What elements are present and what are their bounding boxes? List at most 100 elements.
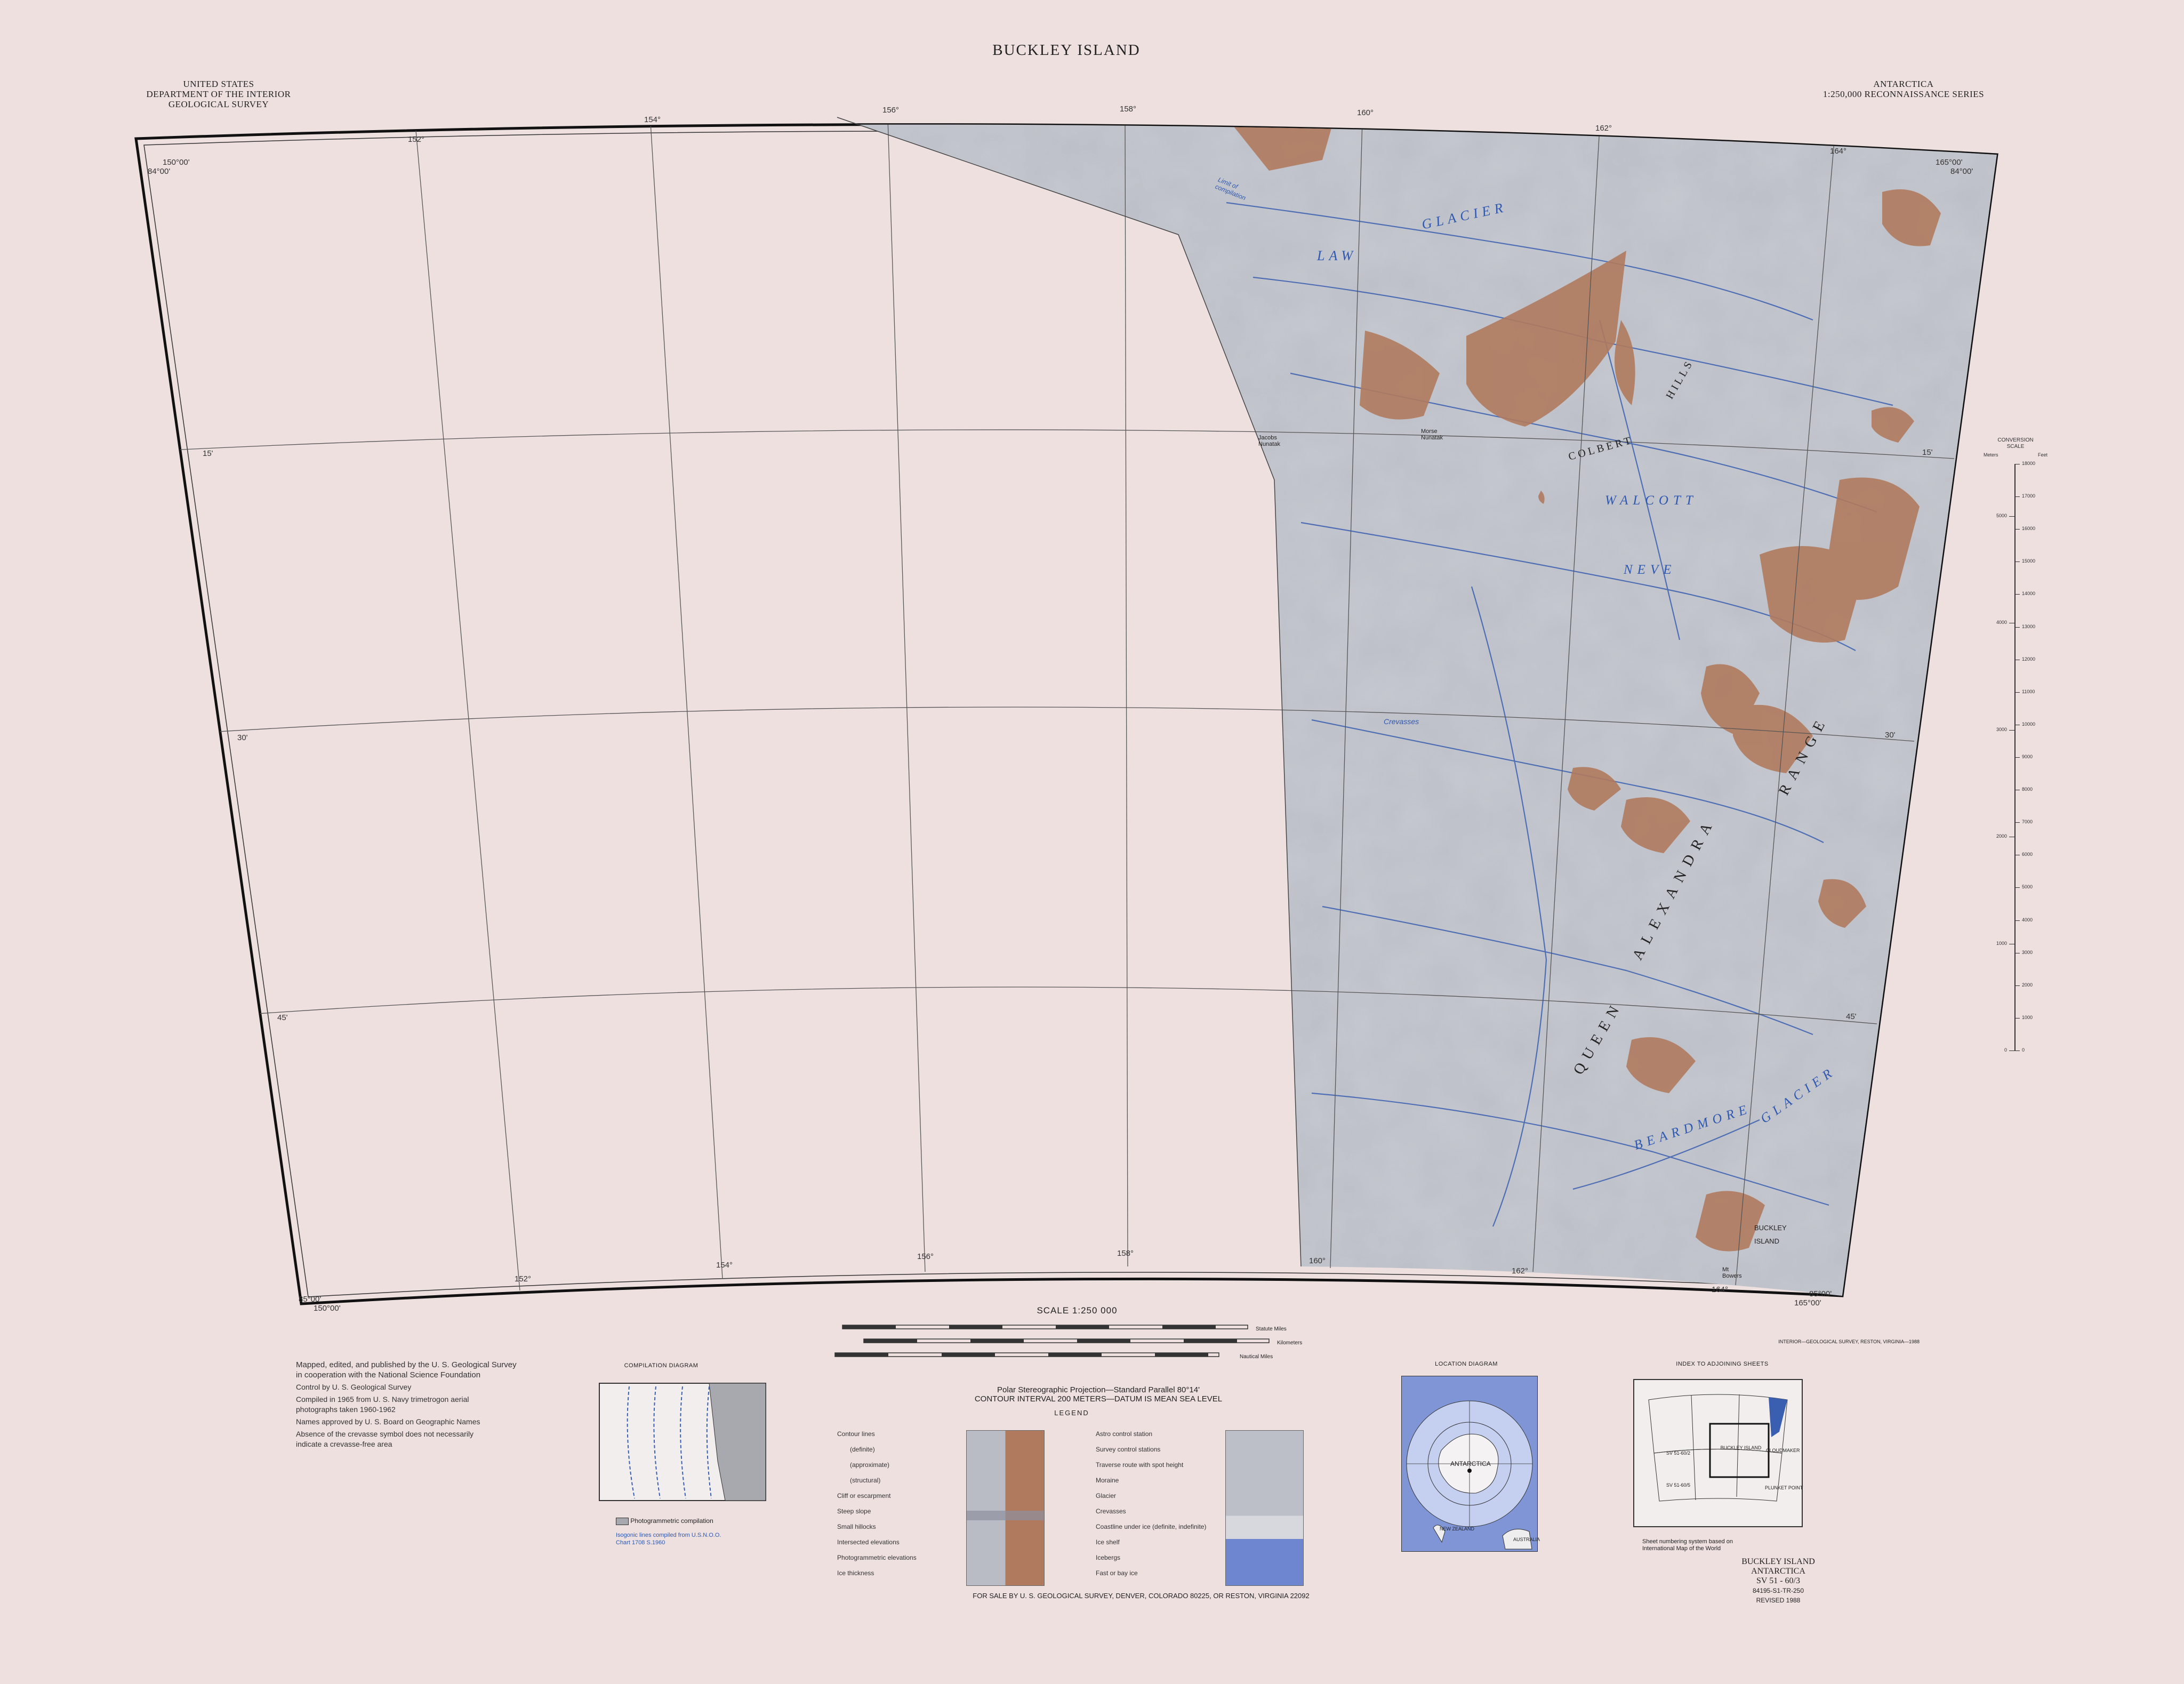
crevasses-label: Crevasses bbox=[1384, 717, 1419, 726]
jacobs-nunatak-label: Jacobs Nunatak bbox=[1258, 435, 1280, 447]
law-glacier-label-1: LAW bbox=[1317, 248, 1358, 263]
photogrammetric-swatch bbox=[616, 1517, 629, 1525]
compilation-diagram bbox=[599, 1383, 766, 1501]
legend-left-item: Cliff or escarpment bbox=[837, 1492, 891, 1499]
feet-label: 11000 bbox=[2022, 688, 2035, 694]
feet-label: 9000 bbox=[2022, 754, 2033, 759]
legend-right-item: Fast or bay ice bbox=[1096, 1569, 1138, 1577]
sheet-id-block: BUCKLEY ISLAND ANTARCTICA SV 51 - 60/3 8… bbox=[1741, 1557, 1815, 1604]
bottom-lon-158: 158° bbox=[1117, 1249, 1134, 1258]
legend-right-item: Ice shelf bbox=[1096, 1538, 1120, 1546]
agency-block: UNITED STATES DEPARTMENT OF THE INTERIOR… bbox=[107, 79, 331, 109]
feet-tick bbox=[2014, 920, 2020, 921]
feet-label: 10000 bbox=[2022, 721, 2036, 727]
feet-label: 4000 bbox=[2022, 917, 2033, 923]
legend-right-item: Moraine bbox=[1096, 1477, 1119, 1484]
location-title: LOCATION DIAGRAM bbox=[1435, 1361, 1498, 1367]
scale-units: Statute Miles Kilometers Nautical Miles bbox=[1240, 1326, 1303, 1360]
series-line-1: ANTARCTICA bbox=[1873, 79, 1934, 89]
conversion-scale: CONVERSION SCALE Meters Feet 0 1000 2000 30… bbox=[1984, 437, 2048, 1053]
morse-nunatak-label: Morse Nunatak bbox=[1421, 428, 1443, 441]
projection-block: Polar Stereographic Projection—Standard … bbox=[974, 1385, 1223, 1404]
bottom-lon-162: 162° bbox=[1512, 1266, 1529, 1276]
legend-left-item: Photogrammetric elevations bbox=[837, 1554, 917, 1561]
bottom-lon-160: 160° bbox=[1309, 1256, 1326, 1265]
legend-title: LEGEND bbox=[1054, 1409, 1089, 1417]
feet-tick bbox=[2014, 985, 2020, 986]
agency-line-1: UNITED STATES bbox=[183, 79, 254, 89]
meters-tick bbox=[2009, 729, 2014, 731]
buckley-island-label-1: BUCKLEY bbox=[1754, 1224, 1787, 1232]
location-label-australia: AUSTRALIA bbox=[1513, 1537, 1540, 1542]
top-lon-160: 160° bbox=[1357, 108, 1374, 117]
index-note: Sheet numbering system based on Internat… bbox=[1642, 1538, 1733, 1552]
legend-right-item: Crevasses bbox=[1096, 1507, 1126, 1515]
index-label-sv2: SV 51-60/2 bbox=[1666, 1450, 1691, 1456]
index-label-plunket: PLUNKET POINT bbox=[1765, 1485, 1803, 1490]
legend-right-item: Coastline under ice (definite, indefinit… bbox=[1096, 1523, 1207, 1530]
legend-left-item: Steep slope bbox=[837, 1507, 871, 1515]
feet-label: 8000 bbox=[2022, 787, 2033, 792]
left-lat-30: 30' bbox=[237, 733, 248, 742]
for-sale-note: FOR SALE BY U. S. GEOLOGICAL SURVEY, DEN… bbox=[973, 1592, 1310, 1600]
feet-label: 3000 bbox=[2022, 949, 2033, 955]
legend-right-item: Survey control stations bbox=[1096, 1446, 1161, 1453]
location-label-nz: NEW ZEALAND bbox=[1440, 1526, 1475, 1531]
feet-tick bbox=[2014, 692, 2020, 693]
top-lon-158: 158° bbox=[1120, 105, 1137, 114]
corner-top-right: 165°00' 84°00' bbox=[1936, 158, 1973, 176]
legend-right-item: Traverse route with spot height bbox=[1096, 1461, 1184, 1469]
legend-swatch-left bbox=[966, 1430, 1045, 1586]
feet-label: 14000 bbox=[2022, 591, 2036, 597]
location-label-antarctica: ANTARCTICA bbox=[1450, 1460, 1491, 1468]
meters-label: 4000 bbox=[1996, 620, 2007, 626]
top-lon-162: 162° bbox=[1595, 124, 1612, 133]
walcott-neve-label-2: NEVE bbox=[1624, 563, 1676, 577]
index-title: INDEX TO ADJOINING SHEETS bbox=[1676, 1361, 1769, 1367]
feet-label: 6000 bbox=[2022, 852, 2033, 857]
compilation-legend: Photogrammetric compilation bbox=[616, 1517, 713, 1525]
feet-tick bbox=[2014, 594, 2020, 595]
bottom-lon-152: 152° bbox=[515, 1274, 532, 1284]
corner-bottom-right: 85°00' 165°00' bbox=[1794, 1289, 1832, 1308]
feet-tick bbox=[2014, 757, 2020, 758]
corner-top-left: 150°00' 84°00' bbox=[148, 158, 190, 176]
map-title: BUCKLEY ISLAND bbox=[992, 42, 1141, 59]
top-lon-152: 152° bbox=[408, 135, 425, 144]
credits-block: Mapped, edited, and published by the U. … bbox=[296, 1360, 517, 1448]
feet-label: 12000 bbox=[2022, 656, 2036, 662]
agency-line-3: GEOLOGICAL SURVEY bbox=[168, 99, 269, 109]
top-lon-156: 156° bbox=[882, 106, 900, 115]
corner-bottom-left: 85°00' 150°00' bbox=[299, 1295, 341, 1313]
agency-line-2: DEPARTMENT OF THE INTERIOR bbox=[146, 89, 291, 99]
printer-note: INTERIOR—GEOLOGICAL SURVEY, RESTON, VIRG… bbox=[1778, 1339, 1920, 1344]
top-lon-164: 164° bbox=[1830, 147, 1847, 156]
top-lon-154: 154° bbox=[644, 115, 661, 124]
conversion-scale-bar: 0 1000 2000 3000 4000 5000 6000 7000 8000 9000 100… bbox=[1984, 461, 2048, 1053]
left-lat-45: 45' bbox=[277, 1013, 288, 1022]
mt-bowers-label: Mt Bowers bbox=[1722, 1266, 1742, 1279]
index-diagram bbox=[1633, 1379, 1803, 1527]
scale-bars bbox=[834, 1325, 1270, 1357]
legend-right-item: Astro control station bbox=[1096, 1430, 1153, 1438]
feet-label: 13000 bbox=[2022, 623, 2036, 629]
conversion-scale-units: Meters Feet bbox=[1984, 452, 2048, 458]
series-line-2: 1:250,000 RECONNAISSANCE SERIES bbox=[1822, 89, 1985, 99]
left-lat-15: 15' bbox=[203, 449, 213, 458]
feet-label: 17000 bbox=[2022, 493, 2036, 499]
feet-label: 16000 bbox=[2022, 526, 2036, 532]
feet-tick bbox=[2014, 627, 2020, 628]
meters-label: 0 bbox=[2004, 1047, 2007, 1053]
feet-label: 0 bbox=[2022, 1047, 2025, 1053]
right-lat-15: 15' bbox=[1922, 448, 1933, 457]
feet-label: 18000 bbox=[2022, 461, 2036, 466]
legend-left-item: (approximate) bbox=[850, 1461, 890, 1469]
feet-label: 1000 bbox=[2022, 1014, 2033, 1020]
index-label-cloudmaker: CLOUDMAKER bbox=[1766, 1448, 1800, 1453]
isogonic-note: Isogonic lines compiled from U.S.N.O.O. … bbox=[616, 1532, 721, 1546]
legend-right-item: Glacier bbox=[1096, 1492, 1117, 1499]
legend-left-item: Small hillocks bbox=[837, 1523, 876, 1530]
legend-swatch-right bbox=[1225, 1430, 1304, 1586]
bottom-lon-156: 156° bbox=[917, 1252, 934, 1261]
feet-tick bbox=[2014, 822, 2020, 823]
